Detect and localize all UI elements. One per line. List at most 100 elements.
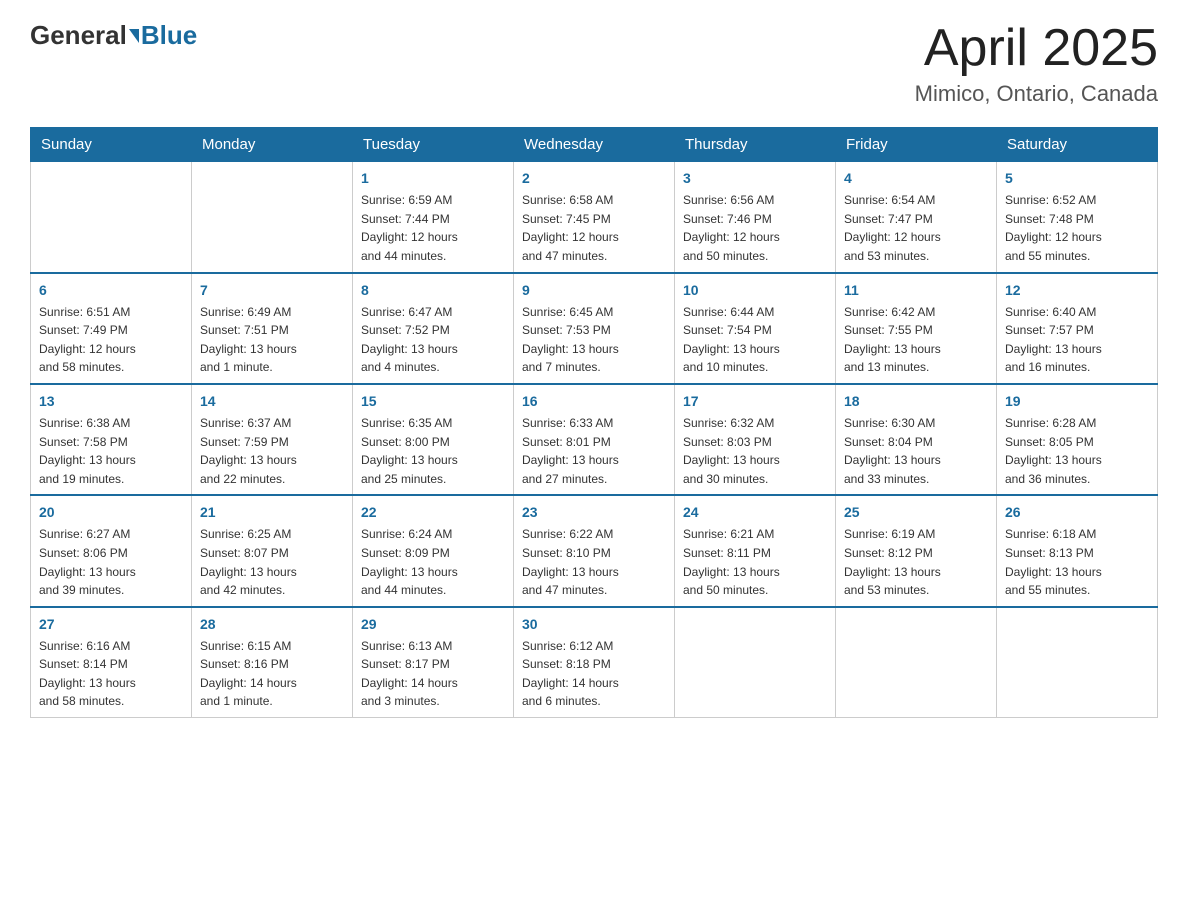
calendar-week-row: 1Sunrise: 6:59 AM Sunset: 7:44 PM Daylig…: [31, 162, 1158, 273]
day-number: 21: [200, 502, 344, 523]
table-row: 5Sunrise: 6:52 AM Sunset: 7:48 PM Daylig…: [997, 162, 1158, 273]
day-number: 5: [1005, 168, 1149, 189]
page-header: General Blue April 2025 Mimico, Ontario,…: [30, 20, 1158, 107]
day-info: Sunrise: 6:12 AM Sunset: 8:18 PM Dayligh…: [522, 637, 666, 711]
day-number: 4: [844, 168, 988, 189]
table-row: [997, 607, 1158, 718]
col-saturday: Saturday: [997, 128, 1158, 162]
table-row: [836, 607, 997, 718]
table-row: 10Sunrise: 6:44 AM Sunset: 7:54 PM Dayli…: [675, 273, 836, 384]
table-row: 3Sunrise: 6:56 AM Sunset: 7:46 PM Daylig…: [675, 162, 836, 273]
col-tuesday: Tuesday: [353, 128, 514, 162]
day-number: 19: [1005, 391, 1149, 412]
calendar-header-row: Sunday Monday Tuesday Wednesday Thursday…: [31, 128, 1158, 162]
table-row: 18Sunrise: 6:30 AM Sunset: 8:04 PM Dayli…: [836, 384, 997, 495]
table-row: 13Sunrise: 6:38 AM Sunset: 7:58 PM Dayli…: [31, 384, 192, 495]
logo-triangle-icon: [129, 29, 139, 43]
day-info: Sunrise: 6:54 AM Sunset: 7:47 PM Dayligh…: [844, 191, 988, 265]
day-info: Sunrise: 6:30 AM Sunset: 8:04 PM Dayligh…: [844, 414, 988, 488]
day-info: Sunrise: 6:56 AM Sunset: 7:46 PM Dayligh…: [683, 191, 827, 265]
table-row: 12Sunrise: 6:40 AM Sunset: 7:57 PM Dayli…: [997, 273, 1158, 384]
table-row: 21Sunrise: 6:25 AM Sunset: 8:07 PM Dayli…: [192, 495, 353, 606]
day-info: Sunrise: 6:49 AM Sunset: 7:51 PM Dayligh…: [200, 303, 344, 377]
day-number: 28: [200, 614, 344, 635]
calendar-week-row: 13Sunrise: 6:38 AM Sunset: 7:58 PM Dayli…: [31, 384, 1158, 495]
table-row: 8Sunrise: 6:47 AM Sunset: 7:52 PM Daylig…: [353, 273, 514, 384]
day-number: 30: [522, 614, 666, 635]
logo-general-text: General: [30, 20, 127, 51]
day-number: 9: [522, 280, 666, 301]
day-number: 2: [522, 168, 666, 189]
table-row: 20Sunrise: 6:27 AM Sunset: 8:06 PM Dayli…: [31, 495, 192, 606]
day-number: 20: [39, 502, 183, 523]
day-number: 6: [39, 280, 183, 301]
day-number: 13: [39, 391, 183, 412]
day-info: Sunrise: 6:33 AM Sunset: 8:01 PM Dayligh…: [522, 414, 666, 488]
day-info: Sunrise: 6:22 AM Sunset: 8:10 PM Dayligh…: [522, 525, 666, 599]
day-number: 10: [683, 280, 827, 301]
day-info: Sunrise: 6:15 AM Sunset: 8:16 PM Dayligh…: [200, 637, 344, 711]
day-number: 3: [683, 168, 827, 189]
col-monday: Monday: [192, 128, 353, 162]
day-number: 18: [844, 391, 988, 412]
logo-blue-text: Blue: [141, 20, 197, 51]
table-row: 6Sunrise: 6:51 AM Sunset: 7:49 PM Daylig…: [31, 273, 192, 384]
table-row: 2Sunrise: 6:58 AM Sunset: 7:45 PM Daylig…: [514, 162, 675, 273]
day-info: Sunrise: 6:35 AM Sunset: 8:00 PM Dayligh…: [361, 414, 505, 488]
col-sunday: Sunday: [31, 128, 192, 162]
day-info: Sunrise: 6:24 AM Sunset: 8:09 PM Dayligh…: [361, 525, 505, 599]
day-info: Sunrise: 6:28 AM Sunset: 8:05 PM Dayligh…: [1005, 414, 1149, 488]
day-info: Sunrise: 6:18 AM Sunset: 8:13 PM Dayligh…: [1005, 525, 1149, 599]
table-row: 27Sunrise: 6:16 AM Sunset: 8:14 PM Dayli…: [31, 607, 192, 718]
table-row: [31, 162, 192, 273]
day-number: 25: [844, 502, 988, 523]
day-info: Sunrise: 6:45 AM Sunset: 7:53 PM Dayligh…: [522, 303, 666, 377]
day-info: Sunrise: 6:21 AM Sunset: 8:11 PM Dayligh…: [683, 525, 827, 599]
table-row: 29Sunrise: 6:13 AM Sunset: 8:17 PM Dayli…: [353, 607, 514, 718]
table-row: 24Sunrise: 6:21 AM Sunset: 8:11 PM Dayli…: [675, 495, 836, 606]
table-row: 26Sunrise: 6:18 AM Sunset: 8:13 PM Dayli…: [997, 495, 1158, 606]
day-info: Sunrise: 6:19 AM Sunset: 8:12 PM Dayligh…: [844, 525, 988, 599]
day-number: 15: [361, 391, 505, 412]
title-section: April 2025 Mimico, Ontario, Canada: [915, 20, 1158, 107]
logo: General Blue: [30, 20, 197, 51]
col-thursday: Thursday: [675, 128, 836, 162]
day-info: Sunrise: 6:37 AM Sunset: 7:59 PM Dayligh…: [200, 414, 344, 488]
table-row: 25Sunrise: 6:19 AM Sunset: 8:12 PM Dayli…: [836, 495, 997, 606]
day-info: Sunrise: 6:44 AM Sunset: 7:54 PM Dayligh…: [683, 303, 827, 377]
table-row: 30Sunrise: 6:12 AM Sunset: 8:18 PM Dayli…: [514, 607, 675, 718]
day-number: 16: [522, 391, 666, 412]
day-number: 17: [683, 391, 827, 412]
table-row: 28Sunrise: 6:15 AM Sunset: 8:16 PM Dayli…: [192, 607, 353, 718]
day-info: Sunrise: 6:40 AM Sunset: 7:57 PM Dayligh…: [1005, 303, 1149, 377]
day-number: 7: [200, 280, 344, 301]
calendar-table: Sunday Monday Tuesday Wednesday Thursday…: [30, 127, 1158, 718]
day-info: Sunrise: 6:59 AM Sunset: 7:44 PM Dayligh…: [361, 191, 505, 265]
month-title: April 2025: [915, 20, 1158, 77]
calendar-week-row: 20Sunrise: 6:27 AM Sunset: 8:06 PM Dayli…: [31, 495, 1158, 606]
day-number: 8: [361, 280, 505, 301]
table-row: 4Sunrise: 6:54 AM Sunset: 7:47 PM Daylig…: [836, 162, 997, 273]
day-number: 12: [1005, 280, 1149, 301]
day-number: 29: [361, 614, 505, 635]
table-row: 17Sunrise: 6:32 AM Sunset: 8:03 PM Dayli…: [675, 384, 836, 495]
day-number: 1: [361, 168, 505, 189]
table-row: 11Sunrise: 6:42 AM Sunset: 7:55 PM Dayli…: [836, 273, 997, 384]
day-number: 22: [361, 502, 505, 523]
day-number: 11: [844, 280, 988, 301]
col-friday: Friday: [836, 128, 997, 162]
day-info: Sunrise: 6:25 AM Sunset: 8:07 PM Dayligh…: [200, 525, 344, 599]
day-info: Sunrise: 6:47 AM Sunset: 7:52 PM Dayligh…: [361, 303, 505, 377]
table-row: 9Sunrise: 6:45 AM Sunset: 7:53 PM Daylig…: [514, 273, 675, 384]
day-info: Sunrise: 6:52 AM Sunset: 7:48 PM Dayligh…: [1005, 191, 1149, 265]
table-row: 19Sunrise: 6:28 AM Sunset: 8:05 PM Dayli…: [997, 384, 1158, 495]
day-info: Sunrise: 6:42 AM Sunset: 7:55 PM Dayligh…: [844, 303, 988, 377]
day-info: Sunrise: 6:58 AM Sunset: 7:45 PM Dayligh…: [522, 191, 666, 265]
table-row: 7Sunrise: 6:49 AM Sunset: 7:51 PM Daylig…: [192, 273, 353, 384]
calendar-week-row: 27Sunrise: 6:16 AM Sunset: 8:14 PM Dayli…: [31, 607, 1158, 718]
table-row: [192, 162, 353, 273]
table-row: 23Sunrise: 6:22 AM Sunset: 8:10 PM Dayli…: [514, 495, 675, 606]
table-row: 15Sunrise: 6:35 AM Sunset: 8:00 PM Dayli…: [353, 384, 514, 495]
day-number: 14: [200, 391, 344, 412]
day-info: Sunrise: 6:38 AM Sunset: 7:58 PM Dayligh…: [39, 414, 183, 488]
